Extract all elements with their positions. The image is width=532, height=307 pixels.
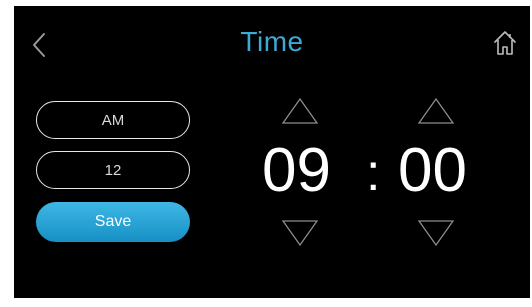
home-button[interactable] [492,28,518,58]
page-title: Time [240,26,304,57]
minutes-down-button[interactable] [416,218,456,248]
minutes-up-button[interactable] [416,96,456,126]
save-button[interactable]: Save [36,202,190,242]
triangle-down-icon [417,220,455,247]
time-separator: : [366,144,381,202]
hours-up-button[interactable] [280,96,320,126]
triangle-down-icon [281,220,319,247]
hours-down-button[interactable] [280,218,320,248]
am-pm-toggle[interactable]: AM [36,101,190,139]
hours-value: 09 [262,136,331,205]
home-icon [494,31,516,55]
minutes-value: 00 [398,136,467,205]
hour-format-toggle[interactable]: 12 [36,151,190,189]
triangle-up-icon [281,97,319,124]
triangle-up-icon [417,97,455,124]
time-settings-screen: Time AM 12 Save 09 : 00 [14,6,530,298]
